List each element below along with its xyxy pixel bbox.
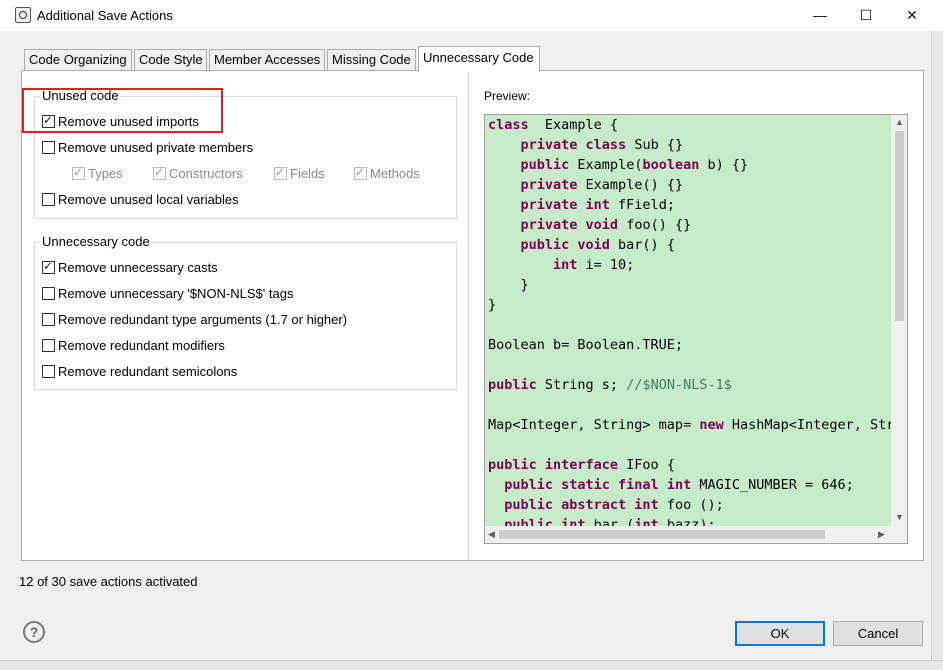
- tab-missing-code[interactable]: Missing Code: [327, 49, 416, 70]
- preview-label: Preview:: [484, 89, 531, 103]
- horizontal-scroll-thumb[interactable]: [499, 530, 825, 539]
- tab-code-organizing[interactable]: Code Organizing: [24, 49, 132, 70]
- vertical-scrollbar[interactable]: ▲ ▼: [891, 115, 907, 526]
- panel-divider: [468, 71, 469, 560]
- title-bar: Additional Save Actions — ☐ ✕: [0, 0, 943, 31]
- remove-redundant-semicolons-label[interactable]: Remove redundant semicolons: [58, 364, 237, 379]
- code-line: Map<Integer, String> map= new HashMap<In…: [488, 417, 891, 433]
- methods-label: Methods: [370, 166, 420, 181]
- remove-unused-private-members-label[interactable]: Remove unused private members: [58, 140, 253, 155]
- code-line: public String s; //$NON-NLS-1$: [488, 377, 732, 393]
- preview-code: class Example { private class Sub {} pub…: [488, 115, 891, 526]
- remove-redundant-semicolons-checkbox[interactable]: [42, 365, 55, 378]
- remove-redundant-modifiers-checkbox[interactable]: [42, 339, 55, 352]
- status-text: 12 of 30 save actions activated: [19, 574, 198, 589]
- remove-unnecessary-nls-tags-label[interactable]: Remove unnecessary '$NON-NLS$' tags: [58, 286, 293, 301]
- code-line: Boolean b= Boolean.TRUE;: [488, 337, 684, 353]
- tab-unnecessary-code[interactable]: Unnecessary Code: [418, 46, 540, 72]
- code-line: private void foo() {}: [520, 217, 692, 233]
- tab-code-style[interactable]: Code Style: [134, 49, 207, 70]
- tab-member-accesses[interactable]: Member Accesses: [209, 49, 325, 70]
- methods-checkbox[interactable]: [354, 165, 367, 180]
- code-line: public abstract int foo ();: [504, 497, 724, 513]
- code-line: }: [488, 297, 497, 313]
- constructors-checkbox[interactable]: [153, 165, 166, 180]
- cancel-button[interactable]: Cancel: [833, 621, 923, 646]
- preview-code-box[interactable]: class Example { private class Sub {} pub…: [484, 114, 908, 544]
- highlight-box: [22, 88, 223, 133]
- horizontal-scrollbar[interactable]: ◀ ▶: [485, 526, 891, 543]
- code-line: private Example() {}: [520, 177, 684, 193]
- eclipse-icon: [15, 7, 31, 23]
- code-line: public interface IFoo {: [488, 457, 675, 473]
- code-line: public void bar() {: [520, 237, 675, 253]
- remove-redundant-type-arguments-label[interactable]: Remove redundant type arguments (1.7 or …: [58, 312, 347, 327]
- remove-unused-private-members-checkbox[interactable]: [42, 141, 55, 154]
- code-line: class Example {: [488, 117, 619, 133]
- remove-redundant-type-arguments-checkbox[interactable]: [42, 313, 55, 326]
- code-line: public Example(boolean b) {}: [520, 157, 749, 173]
- fields-label: Fields: [290, 166, 325, 181]
- code-line: private int fField;: [520, 197, 675, 213]
- remove-unnecessary-casts-checkbox[interactable]: [42, 259, 55, 274]
- scroll-left-arrow-icon[interactable]: ◀: [488, 529, 495, 540]
- scroll-up-arrow-icon[interactable]: ▲: [895, 117, 904, 127]
- close-button[interactable]: ✕: [889, 0, 935, 30]
- fields-checkbox[interactable]: [274, 165, 287, 180]
- code-line: }: [488, 277, 529, 293]
- scroll-right-arrow-icon[interactable]: ▶: [878, 529, 885, 540]
- background-window-strip: [0, 660, 943, 670]
- remove-unnecessary-casts-label[interactable]: Remove unnecessary casts: [58, 260, 218, 275]
- types-checkbox[interactable]: [72, 165, 85, 180]
- constructors-label: Constructors: [169, 166, 243, 181]
- help-icon[interactable]: ?: [23, 621, 45, 643]
- maximize-button[interactable]: ☐: [843, 0, 889, 30]
- window-title: Additional Save Actions: [37, 8, 173, 23]
- scrollbar-corner: [891, 526, 907, 543]
- unnecessary-code-group-title: Unnecessary code: [40, 234, 152, 249]
- types-label: Types: [88, 166, 123, 181]
- code-line: public static final int MAGIC_NUMBER = 6…: [504, 477, 854, 493]
- remove-unused-local-variables-checkbox[interactable]: [42, 193, 55, 206]
- remove-unused-local-variables-label[interactable]: Remove unused local variables: [58, 192, 239, 207]
- preview-code-area[interactable]: class Example { private class Sub {} pub…: [485, 115, 891, 526]
- code-line: int i= 10;: [553, 257, 635, 273]
- background-window-edge: [931, 31, 943, 670]
- remove-unnecessary-nls-tags-checkbox[interactable]: [42, 287, 55, 300]
- vertical-scroll-thumb[interactable]: [895, 131, 904, 321]
- ok-button[interactable]: OK: [735, 621, 825, 646]
- code-line: public int bar (int bazz);: [504, 517, 716, 526]
- scroll-down-arrow-icon[interactable]: ▼: [895, 512, 904, 522]
- remove-redundant-modifiers-label[interactable]: Remove redundant modifiers: [58, 338, 225, 353]
- code-line: private class Sub {}: [520, 137, 684, 153]
- minimize-button[interactable]: —: [797, 0, 843, 30]
